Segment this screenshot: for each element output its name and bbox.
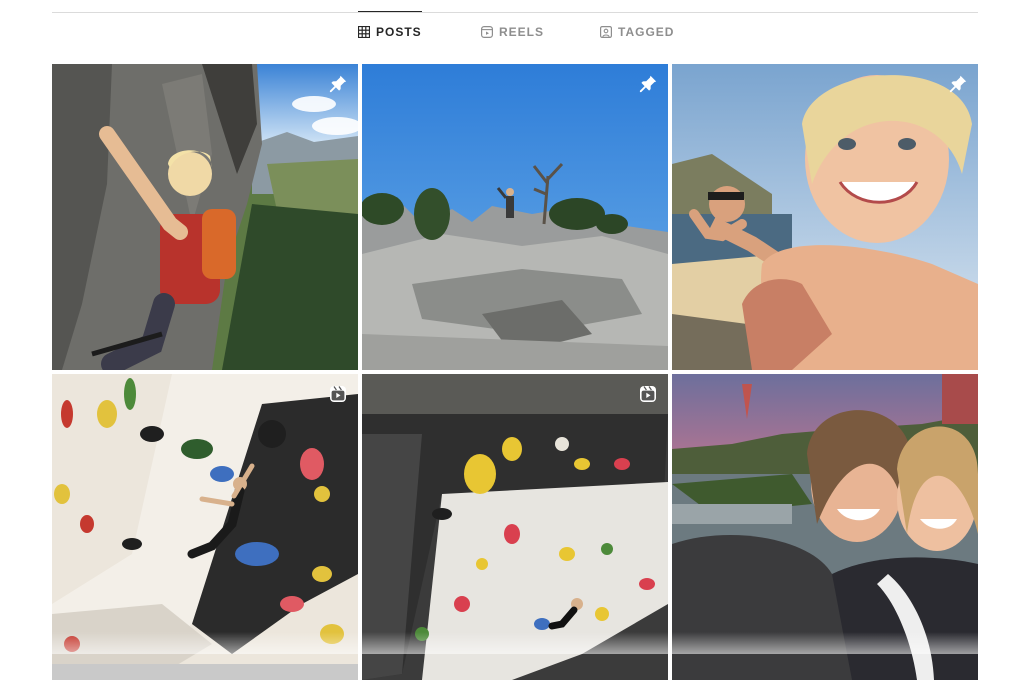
tab-tagged[interactable]: TAGGED (600, 12, 674, 52)
reel-post-badge (328, 384, 348, 404)
tagged-icon (600, 26, 612, 38)
tab-posts-label: POSTS (376, 25, 422, 39)
pinned-post-badge (328, 74, 348, 94)
pinned-post-badge (638, 74, 658, 94)
post-image (672, 64, 978, 370)
pin-icon (638, 74, 658, 94)
posts-grid (52, 64, 979, 680)
post-thumbnail[interactable] (362, 374, 668, 680)
reels-icon (481, 26, 493, 38)
tab-posts[interactable]: POSTS (358, 11, 422, 52)
profile-tabs: POSTS REELS TAGGED (0, 11, 1024, 52)
tab-tagged-label: TAGGED (618, 25, 675, 39)
post-image (52, 374, 358, 680)
post-thumbnail[interactable] (362, 64, 668, 370)
reel-icon (328, 384, 348, 404)
post-thumbnail[interactable] (52, 374, 358, 680)
post-thumbnail[interactable] (672, 374, 978, 680)
post-thumbnail[interactable] (672, 64, 978, 370)
tab-reels[interactable]: REELS (481, 12, 544, 52)
post-image (362, 374, 668, 680)
post-image (672, 374, 978, 680)
post-thumbnail[interactable] (52, 64, 358, 370)
pinned-post-badge (948, 74, 968, 94)
reel-icon (638, 384, 658, 404)
reel-post-badge (638, 384, 658, 404)
post-image (52, 64, 358, 370)
pin-icon (948, 74, 968, 94)
post-image (362, 64, 668, 370)
tab-reels-label: REELS (499, 25, 545, 39)
pin-icon (328, 74, 348, 94)
grid-icon (358, 26, 370, 38)
